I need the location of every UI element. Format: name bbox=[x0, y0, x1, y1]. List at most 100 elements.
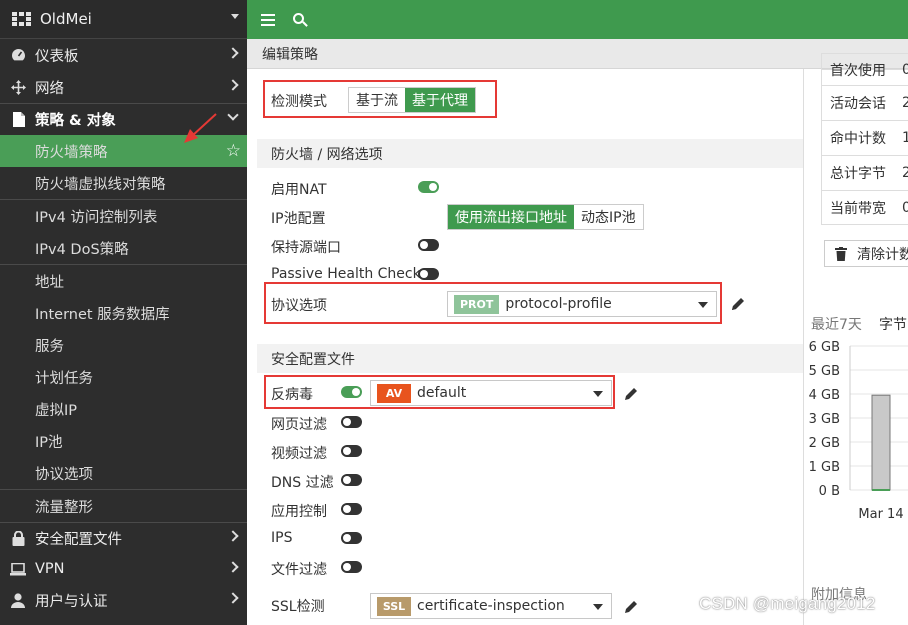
chart-y-tick-label: 0 B bbox=[819, 484, 840, 499]
app-control-toggle[interactable] bbox=[341, 503, 362, 515]
sidebar-item-label: 流量整形 bbox=[35, 499, 93, 516]
policy-document-icon bbox=[10, 111, 26, 127]
sidebar-item-virtual-wire-policy[interactable]: 防火墙虚拟线对策略 bbox=[0, 167, 247, 199]
sidebar-item-internet-service-db[interactable]: Internet 服务数据库 bbox=[0, 297, 247, 329]
ips-toggle[interactable] bbox=[341, 532, 362, 544]
chart-y-tick-label: 2 GB bbox=[809, 436, 840, 451]
sidebar-item-label: VPN bbox=[35, 561, 65, 577]
chart-y-tick-label: 3 GB bbox=[809, 412, 840, 427]
chart-y-tick-label: 4 GB bbox=[809, 388, 840, 403]
web-filter-label: 网页过滤 bbox=[271, 417, 327, 433]
chart-y-tick-label: 1 GB bbox=[809, 460, 840, 475]
stat-row: 首次使用 0 bbox=[821, 53, 908, 85]
chevron-down-icon bbox=[593, 604, 603, 610]
trash-icon bbox=[835, 246, 847, 261]
sidebar-item-schedules[interactable]: 计划任务 bbox=[0, 361, 247, 393]
dynamic-ip-pool-option[interactable]: 动态IP池 bbox=[574, 205, 643, 229]
star-icon[interactable]: ☆ bbox=[226, 141, 241, 161]
file-filter-label: 文件过滤 bbox=[271, 562, 327, 578]
passive-health-toggle[interactable] bbox=[418, 268, 439, 280]
stat-value: 2 bbox=[902, 165, 908, 181]
device-name: OldMei bbox=[40, 10, 92, 28]
security-section-header: 安全配置文件 bbox=[257, 344, 803, 373]
bytes-chart: 6 GB 5 GB 4 GB 3 GB 2 GB 1 GB 0 B Mar 14 bbox=[809, 340, 908, 522]
dns-filter-label: DNS 过滤 bbox=[271, 475, 334, 491]
chart-metric-tab[interactable]: 字节 bbox=[879, 314, 907, 334]
stat-row: 活动会话 2 bbox=[821, 85, 908, 120]
sidebar-item-label: 虚拟IP bbox=[35, 402, 78, 419]
sidebar-header[interactable]: OldMei bbox=[0, 0, 247, 39]
clear-counters-label: 清除计数 bbox=[857, 246, 908, 263]
menu-icon[interactable] bbox=[261, 11, 275, 29]
stat-value: 0 bbox=[902, 61, 908, 78]
sidebar-item-services[interactable]: 服务 bbox=[0, 329, 247, 361]
watermark-text: CSDN @meigang2012 bbox=[699, 594, 876, 613]
video-filter-toggle[interactable] bbox=[341, 445, 362, 457]
chevron-right-icon bbox=[227, 561, 239, 573]
sidebar-item-ipv4-acl[interactable]: IPv4 访问控制列表 bbox=[0, 200, 247, 232]
nat-toggle[interactable] bbox=[418, 181, 439, 193]
sidebar-item-vpn[interactable]: VPN bbox=[0, 553, 247, 585]
page-title: 编辑策略 bbox=[262, 46, 318, 63]
sidebar-item-label: IPv4 DoS策略 bbox=[35, 241, 129, 258]
app-control-label: 应用控制 bbox=[271, 504, 327, 520]
edit-pencil-icon[interactable] bbox=[623, 599, 639, 615]
sidebar-item-security-profiles[interactable]: 安全配置文件 bbox=[0, 522, 247, 554]
passive-health-label: Passive Health Check bbox=[271, 266, 421, 282]
stat-value: 1 bbox=[902, 130, 908, 146]
web-filter-toggle[interactable] bbox=[341, 416, 362, 428]
sidebar-item-label: 用户与认证 bbox=[35, 593, 108, 610]
ip-pool-label: IP池配置 bbox=[271, 211, 326, 227]
sidebar-item-label: 策略 & 对象 bbox=[35, 112, 116, 129]
sidebar-item-address[interactable]: 地址 bbox=[0, 265, 247, 297]
edit-pencil-icon[interactable] bbox=[623, 386, 639, 402]
highlight-box bbox=[264, 282, 722, 324]
chevron-right-icon bbox=[227, 79, 239, 91]
search-icon[interactable] bbox=[293, 12, 308, 27]
chevron-right-icon bbox=[227, 530, 239, 542]
stat-value: 0 bbox=[902, 199, 908, 216]
sidebar-item-virtual-ip[interactable]: 虚拟IP bbox=[0, 393, 247, 425]
sidebar-item-protocol-options[interactable]: 协议选项 bbox=[0, 457, 247, 489]
ssl-inspection-label: SSL检测 bbox=[271, 599, 325, 615]
nat-label: 启用NAT bbox=[271, 182, 327, 198]
stat-label: 当前带宽 bbox=[830, 200, 886, 217]
chevron-down-icon bbox=[227, 109, 239, 121]
preserve-port-toggle[interactable] bbox=[418, 239, 439, 251]
network-move-icon bbox=[10, 79, 26, 95]
chart-range-tab[interactable]: 最近7天 bbox=[811, 314, 862, 334]
dns-filter-toggle[interactable] bbox=[341, 474, 362, 486]
file-filter-toggle[interactable] bbox=[341, 561, 362, 573]
sidebar-item-user-auth[interactable]: 用户与认证 bbox=[0, 584, 247, 616]
sidebar-item-dashboard[interactable]: 仪表板 bbox=[0, 39, 247, 71]
chart-y-tick-label: 6 GB bbox=[809, 340, 840, 355]
ip-pool-toggle: 使用流出接口地址 动态IP池 bbox=[447, 204, 644, 230]
stat-row: 命中计数 1 bbox=[821, 120, 908, 155]
sidebar-item-ipv4-dos[interactable]: IPv4 DoS策略 bbox=[0, 232, 247, 264]
ssl-inspection-select[interactable]: SSL certificate-inspection bbox=[370, 593, 612, 619]
sidebar: OldMei 仪表板 网络 策略 & 对象 防火墙策略 ☆ 防火墙虚拟线对策略 … bbox=[0, 0, 247, 625]
sidebar-item-label: 防火墙虚拟线对策略 bbox=[35, 176, 166, 193]
outgoing-interface-option[interactable]: 使用流出接口地址 bbox=[448, 205, 574, 229]
sidebar-item-label: 计划任务 bbox=[35, 370, 93, 387]
stat-row: 当前带宽 0 bbox=[821, 190, 908, 225]
ssl-tag: SSL bbox=[377, 596, 411, 616]
edit-pencil-icon[interactable] bbox=[730, 296, 746, 312]
sidebar-item-label: 防火墙策略 bbox=[35, 144, 108, 161]
clear-counters-button[interactable]: 清除计数 bbox=[824, 240, 908, 267]
stat-label: 命中计数 bbox=[830, 131, 886, 147]
stat-label: 首次使用 bbox=[830, 62, 886, 79]
chart-y-tick-label: 5 GB bbox=[809, 364, 840, 379]
video-filter-label: 视频过滤 bbox=[271, 446, 327, 462]
chart-x-tick-label: Mar 14 bbox=[858, 507, 903, 522]
stat-label: 总计字节 bbox=[830, 166, 886, 182]
sidebar-item-label: Internet 服务数据库 bbox=[35, 306, 170, 323]
ips-label: IPS bbox=[271, 530, 293, 546]
firewall-section-header: 防火墙 / 网络选项 bbox=[257, 139, 803, 168]
sidebar-item-ip-pools[interactable]: IP池 bbox=[0, 425, 247, 457]
sidebar-item-label: 服务 bbox=[35, 338, 64, 355]
chevron-down-icon[interactable] bbox=[231, 14, 239, 19]
sidebar-item-network[interactable]: 网络 bbox=[0, 71, 247, 103]
sidebar-item-traffic-shaping[interactable]: 流量整形 bbox=[0, 490, 247, 522]
ssl-inspection-value: certificate-inspection bbox=[417, 598, 565, 614]
